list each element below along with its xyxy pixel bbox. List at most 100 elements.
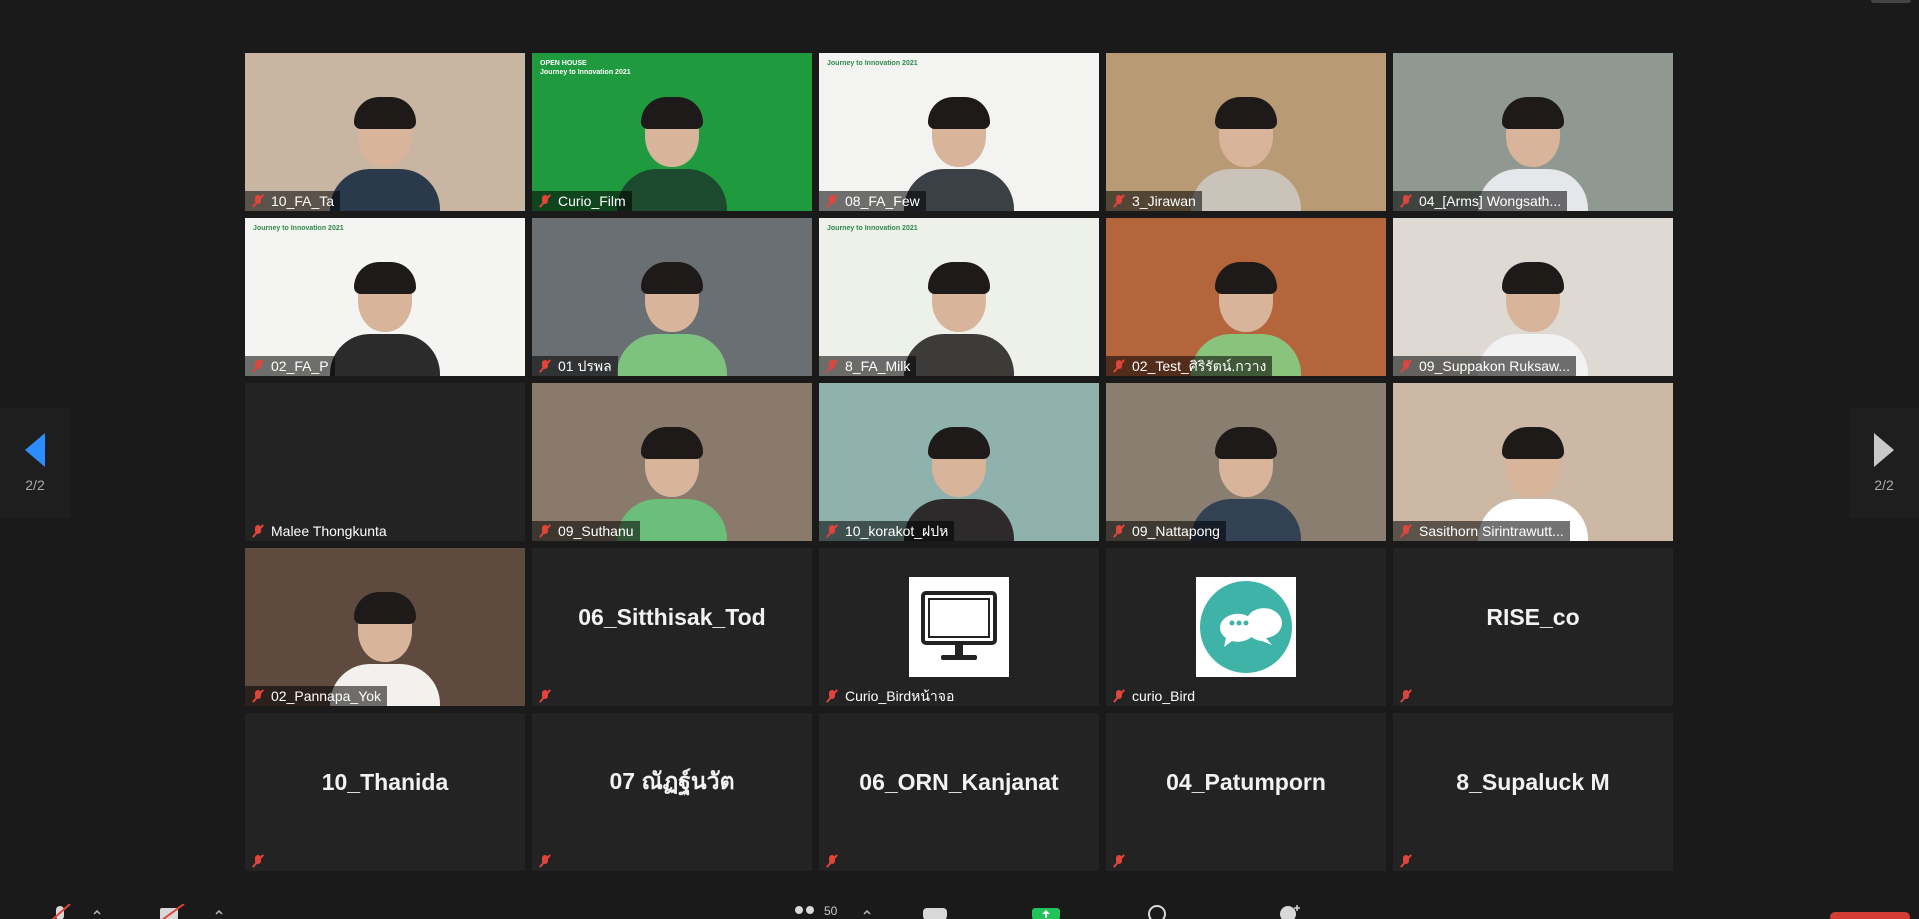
participant-tile[interactable]: 09_Suthanu [532,383,812,541]
reactions-icon[interactable] [1276,904,1304,919]
participant-name-tag: 09_Suthanu [532,521,640,541]
previous-page-button[interactable]: 2/2 [0,408,70,518]
participant-name-tag [1393,851,1419,871]
participant-name-tag: Malee Thongkunta [245,521,393,541]
participant-name-tag: 09_Suppakon Ruksaw... [1393,356,1576,376]
video-options-chevron-icon[interactable] [214,904,224,919]
participant-name-tag [532,686,558,706]
participant-tile[interactable]: 10_korakot_ฝปห [819,383,1099,541]
mic-muted-icon [1112,689,1126,703]
participant-tile[interactable]: 09_Suppakon Ruksaw... [1393,218,1673,376]
participant-name: curio_Bird [1132,688,1196,704]
avatar [1196,577,1296,677]
participant-tile[interactable]: curio_Bird [1106,548,1386,706]
participant-video [1106,218,1386,376]
page-indicator-left: 2/2 [25,477,45,493]
participant-tile[interactable]: 10_Thanida [245,713,525,871]
participant-name: Curio_Film [558,193,626,209]
participant-tile[interactable]: 04_[Arms] Wongsath... [1393,53,1673,211]
participant-name-tag: 09_Nattapong [1106,521,1226,541]
mic-muted-icon [1112,524,1126,538]
mute-mic-icon[interactable] [48,904,74,919]
participant-video [245,53,525,211]
participant-display-name: 04_Patumporn [1166,768,1326,795]
participant-name-tag: 04_[Arms] Wongsath... [1393,191,1568,211]
participant-tile[interactable]: 07 ณัฏฐ์นวัต [532,713,812,871]
mic-muted-icon [538,524,552,538]
mic-muted-icon [1399,854,1413,868]
participant-name: 10_korakot_ฝปห [845,523,949,539]
participant-name-tag: 10_FA_Ta [245,191,341,211]
record-icon[interactable] [1143,904,1171,919]
mic-muted-icon [538,854,552,868]
participants-icon[interactable] [790,904,820,919]
mic-muted-icon [251,194,265,208]
participant-display-name: 8_Supaluck M [1456,768,1610,795]
participant-tile[interactable]: 3_Jirawan [1106,53,1386,211]
participant-tile[interactable]: 06_ORN_Kanjanat [819,713,1099,871]
participant-tile[interactable]: Journey to Innovation 2021 02_FA_P [245,218,525,376]
participant-tile[interactable]: Curio_Birdหน้าจอ [819,548,1099,706]
mic-muted-icon [825,689,839,703]
participant-video [532,218,812,376]
meeting-toolbar: 50 [0,898,1919,919]
participant-tile[interactable]: 02_Pannapa_Yok [245,548,525,706]
gallery-grid: 10_FA_Ta OPEN HOUSE Journey to Innovation … [245,53,1675,871]
participant-tile[interactable]: Journey to Innovation 2021 8_FA_Milk [819,218,1099,376]
overlay-title: Journey to Innovation 2021 [827,60,918,67]
mic-muted-icon [1399,689,1413,703]
participant-tile[interactable]: 10_FA_Ta [245,53,525,211]
page-indicator-right: 2/2 [1874,477,1894,493]
participant-name: 09_Suthanu [558,523,634,539]
participants-count: 50 [824,904,838,918]
participant-name: Sasithorn Sirintrawutt... [1419,523,1564,539]
participant-name: 02_Pannapa_Yok [271,688,382,704]
mic-muted-icon [538,689,552,703]
participant-video [819,383,1099,541]
share-screen-icon[interactable] [1030,904,1062,919]
participant-figure [904,256,1014,376]
audio-options-chevron-icon[interactable] [92,904,102,919]
stop-video-icon[interactable] [158,904,188,919]
participant-tile[interactable]: Journey to Innovation 2021 08_FA_Few [819,53,1099,211]
mic-muted-icon [825,854,839,868]
participant-tile[interactable]: 09_Nattapong [1106,383,1386,541]
participant-name-tag: 10_korakot_ฝปห [819,521,955,541]
overlay-title: Journey to Innovation 2021 [827,225,918,232]
participant-video: OPEN HOUSE Journey to Innovation 2021 [532,53,812,211]
background-overlay-text: Journey to Innovation 2021 [827,224,918,233]
participant-name-tag: Sasithorn Sirintrawutt... [1393,521,1570,541]
participant-tile[interactable]: Sasithorn Sirintrawutt... [1393,383,1673,541]
mic-muted-icon [538,359,552,373]
chat-icon[interactable] [921,904,949,919]
participant-figure [617,256,727,376]
participant-tile[interactable]: 02_Test_ศิริรัตน์.กวาง [1106,218,1386,376]
overlay-title: Journey to Innovation 2021 [253,225,344,232]
participant-tile[interactable]: 04_Patumporn [1106,713,1386,871]
participant-name-tag: 02_FA_P [245,356,335,376]
participant-tile[interactable]: 01 ปรพล [532,218,812,376]
mic-muted-icon [251,854,265,868]
participants-chevron-icon[interactable] [862,904,872,919]
participant-name: 3_Jirawan [1132,193,1196,209]
participant-name: 09_Suppakon Ruksaw... [1419,358,1570,374]
participant-name: 09_Nattapong [1132,523,1220,539]
participant-name: 08_FA_Few [845,193,920,209]
participant-name-tag [1393,686,1419,706]
participant-name-tag: 01 ปรพล [532,356,618,376]
mic-muted-icon [251,359,265,373]
next-page-button[interactable]: 2/2 [1849,408,1919,518]
participant-name: Malee Thongkunta [271,523,387,539]
participant-tile[interactable]: 8_Supaluck M [1393,713,1673,871]
participant-video: Journey to Innovation 2021 [819,218,1099,376]
end-meeting-button[interactable] [1830,912,1910,919]
participant-tile[interactable]: RISE_co [1393,548,1673,706]
participant-name-tag: 8_FA_Milk [819,356,917,376]
participant-name: 10_FA_Ta [271,193,335,209]
participant-name-tag: Curio_Film [532,191,632,211]
participant-tile[interactable]: Malee Thongkunta [245,383,525,541]
participant-display-name: 10_Thanida [321,768,449,795]
mic-muted-icon [825,194,839,208]
participant-tile[interactable]: 06_Sitthisak_Tod [532,548,812,706]
participant-tile[interactable]: OPEN HOUSE Journey to Innovation 2021 Curi… [532,53,812,211]
